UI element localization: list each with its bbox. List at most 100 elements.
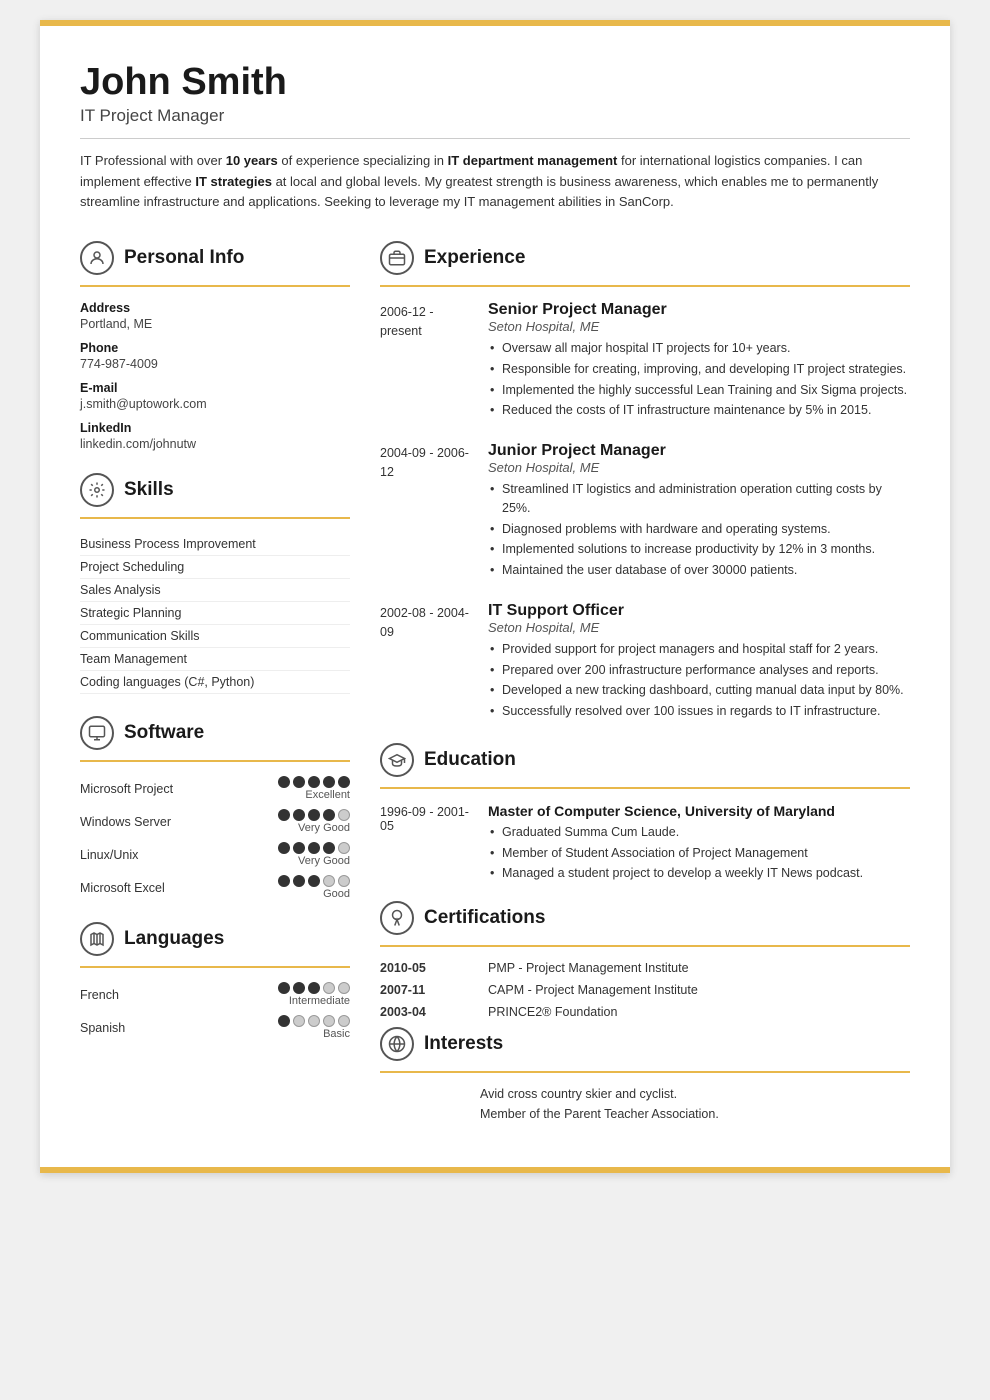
dot-empty	[338, 809, 350, 821]
interests-header: Interests	[380, 1027, 910, 1061]
dot-filled	[278, 842, 290, 854]
certifications-header: Certifications	[380, 901, 910, 935]
skill-item: Business Process Improvement	[80, 533, 350, 556]
software-rating: Intermediate	[278, 982, 350, 1007]
dot-filled	[338, 776, 350, 788]
software-rating: Good	[278, 875, 350, 900]
exp-bullet: Oversaw all major hospital IT projects f…	[488, 339, 910, 358]
two-column-layout: Personal Info Address Portland, ME Phone…	[80, 237, 910, 1127]
education-header: Education	[380, 743, 910, 777]
exp-bullet: Diagnosed problems with hardware and ope…	[488, 520, 910, 539]
linkedin-field: LinkedIn linkedin.com/johnutw	[80, 421, 350, 451]
dot-filled	[323, 809, 335, 821]
dot-empty	[323, 875, 335, 887]
rating-label: Very Good	[298, 822, 350, 834]
interests-title: Interests	[424, 1033, 503, 1055]
dot-filled	[278, 1015, 290, 1027]
cert-date: 2003-04	[380, 1005, 470, 1019]
resume-document: John Smith IT Project Manager IT Profess…	[40, 20, 950, 1173]
dot-filled	[308, 809, 320, 821]
skill-item: Sales Analysis	[80, 579, 350, 602]
dot-filled	[278, 776, 290, 788]
dot-filled	[323, 776, 335, 788]
dot-empty	[323, 1015, 335, 1027]
edu-degree: Master of Computer Science, University o…	[488, 803, 863, 819]
dot-filled	[308, 842, 320, 854]
exp-job-title: Junior Project Manager	[488, 442, 910, 460]
interests-icon	[380, 1027, 414, 1061]
exp-content: IT Support OfficerSeton Hospital, MEProv…	[488, 602, 910, 723]
personal-info-title: Personal Info	[124, 247, 244, 269]
exp-bullet: Successfully resolved over 100 issues in…	[488, 702, 910, 721]
experience-list: 2006-12 - presentSenior Project ManagerS…	[380, 301, 910, 723]
rating-label: Basic	[323, 1028, 350, 1040]
skills-section: Skills Business Process ImprovementProje…	[80, 473, 350, 694]
software-title: Software	[124, 722, 204, 744]
cert-name: PRINCE2® Foundation	[488, 1005, 617, 1019]
education-entry: 1996-09 - 2001-05 Master of Computer Scie…	[380, 803, 910, 885]
certifications-icon	[380, 901, 414, 935]
exp-content: Senior Project ManagerSeton Hospital, ME…	[488, 301, 910, 422]
address-field: Address Portland, ME	[80, 301, 350, 331]
personal-info-section: Personal Info Address Portland, ME Phone…	[80, 241, 350, 451]
exp-company: Seton Hospital, ME	[488, 319, 910, 334]
dot-filled	[323, 842, 335, 854]
left-column: Personal Info Address Portland, ME Phone…	[80, 237, 350, 1127]
skill-item: Coding languages (C#, Python)	[80, 671, 350, 694]
software-item: SpanishBasic	[80, 1015, 350, 1040]
dot-empty	[293, 1015, 305, 1027]
exp-content: Junior Project ManagerSeton Hospital, ME…	[488, 442, 910, 582]
interests-section: Interests Avid cross country skier and c…	[380, 1027, 910, 1121]
software-item: Windows Server Very Good	[80, 809, 350, 834]
cert-entry: 2003-04 PRINCE2® Foundation	[380, 1005, 910, 1019]
software-list: Microsoft ProjectExcellent Windows Server…	[80, 776, 350, 900]
software-name: Linux/Unix	[80, 848, 190, 862]
skill-item: Team Management	[80, 648, 350, 671]
software-name: Windows Server	[80, 815, 190, 829]
dot-empty	[323, 982, 335, 994]
languages-section: Languages FrenchIntermediate SpanishBasic	[80, 922, 350, 1040]
person-icon	[80, 241, 114, 275]
interests-list: Avid cross country skier and cyclist.Mem…	[380, 1087, 910, 1121]
skill-item: Strategic Planning	[80, 602, 350, 625]
software-section: Software Microsoft ProjectExcellent Windo…	[80, 716, 350, 900]
education-list: 1996-09 - 2001-05 Master of Computer Scie…	[380, 803, 910, 885]
dot-filled	[278, 875, 290, 887]
software-item: FrenchIntermediate	[80, 982, 350, 1007]
experience-icon	[380, 241, 414, 275]
exp-bullet: Provided support for project managers an…	[488, 640, 910, 659]
dot-empty	[338, 842, 350, 854]
dot-empty	[308, 1015, 320, 1027]
languages-list: FrenchIntermediate SpanishBasic	[80, 982, 350, 1040]
edu-bullet: Graduated Summa Cum Laude.	[488, 823, 863, 842]
skills-list: Business Process ImprovementProject Sche…	[80, 533, 350, 694]
interest-item: Member of the Parent Teacher Association…	[380, 1107, 910, 1121]
dot-filled	[308, 776, 320, 788]
exp-date: 2002-08 - 2004-09	[380, 602, 470, 723]
software-item: Microsoft ProjectExcellent	[80, 776, 350, 801]
exp-bullet: Implemented the highly successful Lean T…	[488, 381, 910, 400]
exp-bullet: Developed a new tracking dashboard, cutt…	[488, 681, 910, 700]
header-section: John Smith IT Project Manager IT Profess…	[80, 62, 910, 213]
edu-date: 1996-09 - 2001-05	[380, 803, 470, 885]
edu-bullet: Member of Student Association of Project…	[488, 844, 863, 863]
dot-empty	[338, 982, 350, 994]
software-rating: Basic	[278, 1015, 350, 1040]
skills-title: Skills	[124, 479, 174, 501]
languages-title: Languages	[124, 928, 224, 950]
software-rating: Very Good	[278, 842, 350, 867]
dot-filled	[308, 982, 320, 994]
personal-info-header: Personal Info	[80, 241, 350, 275]
dot-filled	[308, 875, 320, 887]
exp-bullet: Responsible for creating, improving, and…	[488, 360, 910, 379]
software-rating: Very Good	[278, 809, 350, 834]
cert-entry: 2010-05PMP - Project Management Institut…	[380, 961, 910, 975]
experience-title: Experience	[424, 247, 525, 269]
dot-filled	[278, 809, 290, 821]
experience-entry: 2004-09 - 2006-12Junior Project ManagerS…	[380, 442, 910, 582]
right-column: Experience 2006-12 - presentSenior Proje…	[380, 237, 910, 1127]
exp-date: 2006-12 - present	[380, 301, 470, 422]
skill-item: Project Scheduling	[80, 556, 350, 579]
header-summary: IT Professional with over 10 years of ex…	[80, 151, 910, 213]
exp-job-title: Senior Project Manager	[488, 301, 910, 319]
